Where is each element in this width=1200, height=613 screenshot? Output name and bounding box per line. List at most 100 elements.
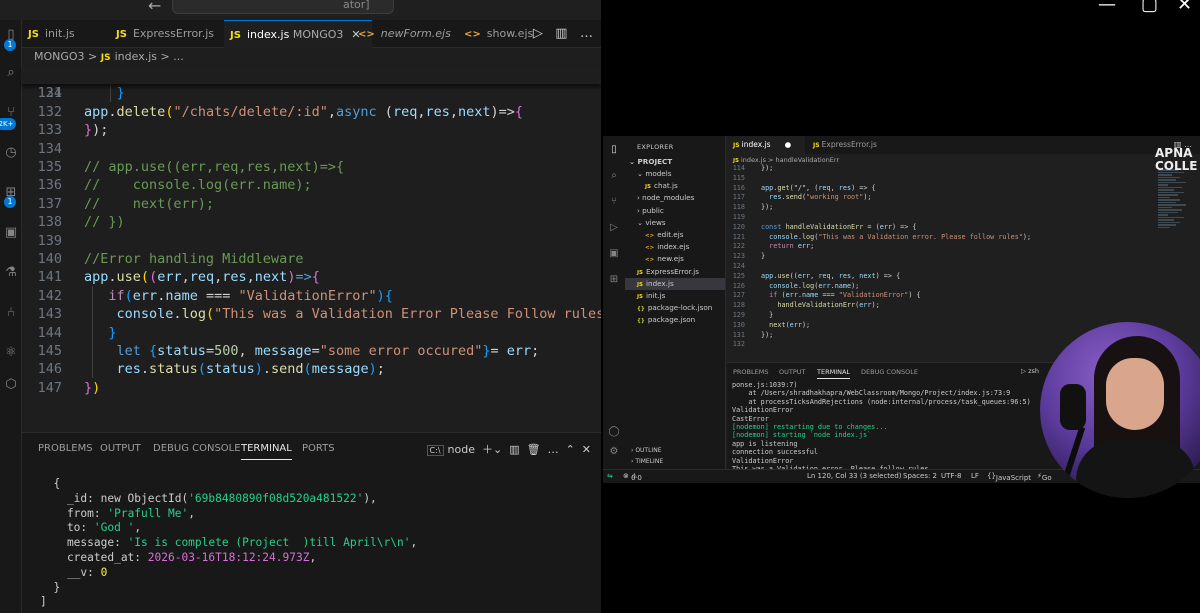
- code-line[interactable]: 141 app.use((err,req,res,next)=>{: [22, 268, 601, 286]
- command-center[interactable]: ator]: [172, 0, 394, 14]
- panel-tab-problems[interactable]: PROBLEMS: [38, 443, 93, 454]
- testing-icon[interactable]: ⚗: [2, 264, 20, 282]
- code-line[interactable]: 133});: [22, 121, 601, 139]
- code-token: log: [181, 306, 206, 323]
- source-control-icon[interactable]: ⑂: [2, 104, 20, 122]
- run-icon[interactable]: ▷: [533, 26, 543, 41]
- video-code-line: 128 handleValidationErr(err);: [727, 301, 1157, 311]
- ejs-file-icon: <>: [645, 257, 655, 264]
- code-token: 'Is is complete (Project )till April\r\n…: [127, 536, 411, 550]
- code-line[interactable]: 136 // console.log(err.name);: [22, 176, 601, 194]
- code-line[interactable]: 139: [22, 232, 601, 250]
- maximize-panel-icon[interactable]: ⌃: [566, 443, 575, 456]
- code-line[interactable]: 135 // app.use((err,req,res,next)=>{: [22, 158, 601, 176]
- code-token: message:: [40, 536, 128, 550]
- panel-tab-ports[interactable]: PORTS: [302, 443, 335, 454]
- search-icon[interactable]: ⌕: [2, 64, 20, 82]
- maximize-icon[interactable]: ▢: [1141, 0, 1158, 15]
- json-file-icon: {}: [637, 318, 645, 325]
- panel-tab-debug-console[interactable]: DEBUG CONSOLE: [153, 443, 241, 454]
- panel-tab-terminal[interactable]: TERMINAL: [241, 443, 292, 460]
- code-token: res: [116, 361, 141, 378]
- code-token: ,: [309, 550, 317, 564]
- outline-sections: › OUTLINE › TIMELINE: [625, 447, 726, 469]
- run-debug-icon[interactable]: ◷: [2, 144, 20, 162]
- sticky-scroll-line[interactable]: 124 app.delete("/chats/delete/:id",async…: [22, 66, 601, 120]
- code-token: req: [818, 271, 831, 280]
- breadcrumb-symbol[interactable]: ...: [173, 50, 184, 63]
- react-icon[interactable]: ⚛: [2, 344, 20, 362]
- file-tree-item: ⌄ models: [625, 168, 725, 180]
- tab-expresserror-js[interactable]: JS ExpressError.js: [110, 20, 226, 48]
- code-token: 0: [100, 565, 108, 579]
- close-icon[interactable]: ✕: [582, 443, 591, 456]
- code-editor[interactable]: 124 app.delete("/chats/delete/:id",async…: [22, 66, 601, 432]
- code-line[interactable]: 143 console.log("This was a Validation E…: [22, 305, 601, 323]
- more-icon[interactable]: …: [548, 443, 559, 456]
- code-token: "/chats/delete/:id": [173, 103, 328, 120]
- split-terminal-icon[interactable]: ▥: [509, 443, 519, 456]
- tab-show-ejs[interactable]: <> show.ejs: [458, 20, 542, 48]
- line-number: 126: [732, 281, 745, 290]
- line-number: 124: [37, 85, 62, 102]
- tab-newform-ejs[interactable]: <> newForm.ejs: [352, 20, 452, 48]
- code-token: (: [140, 269, 150, 286]
- panel-tab-output[interactable]: OUTPUT: [100, 443, 141, 454]
- brand-line-2: COLLE: [1155, 159, 1198, 173]
- new-terminal-icon[interactable]: ＋: [482, 443, 493, 456]
- code-line[interactable]: 140 //Error handling Middleware: [22, 250, 601, 268]
- code-token: send: [785, 193, 802, 202]
- code-line[interactable]: 138 // }): [22, 213, 601, 231]
- breadcrumb-file[interactable]: index.js: [115, 50, 157, 63]
- code-text: app.use((err,req,res,next)=>{: [84, 268, 320, 286]
- trash-icon[interactable]: 🗑: [527, 443, 541, 456]
- gear-icon: ⚙: [609, 446, 619, 457]
- tab-label: show.ejs: [486, 27, 534, 40]
- code-token: err: [789, 320, 802, 329]
- database-icon[interactable]: ⬡: [2, 376, 20, 394]
- git-graph-icon[interactable]: ⑃: [2, 304, 20, 322]
- editor-tabs: JS init.js JS ExpressError.js JS index.js M…: [22, 20, 601, 48]
- minimize-icon[interactable]: —: [1098, 0, 1116, 15]
- language-label: JavaScript: [995, 474, 1032, 482]
- outline-section: › OUTLINE: [631, 447, 662, 454]
- more-actions-icon[interactable]: …: [580, 26, 593, 41]
- terminal-name[interactable]: node: [448, 443, 475, 456]
- breadcrumb-folder[interactable]: MONGO3: [34, 50, 85, 63]
- code-line[interactable]: 131 }: [22, 84, 601, 102]
- code-line[interactable]: 137 // next(err);: [22, 195, 601, 213]
- code-token: // }): [84, 214, 125, 231]
- code-line[interactable]: 147}): [22, 379, 601, 397]
- remote-explorer-icon[interactable]: ▣: [2, 224, 20, 242]
- code-token: 'God ': [93, 521, 135, 535]
- code-text: return err;: [761, 242, 814, 252]
- code-token: ): [254, 361, 263, 378]
- bottom-panel: PROBLEMS OUTPUT DEBUG CONSOLE TERMINAL P…: [22, 432, 601, 613]
- code-line[interactable]: 134: [22, 140, 601, 158]
- terminal-output[interactable]: { _id: new ObjectId('69b8480890f08d520a4…: [40, 477, 417, 610]
- code-line[interactable]: 145 let {status=500, message="some error…: [22, 342, 601, 360]
- terminal-line: to: 'God ',: [40, 521, 417, 536]
- tab-init-js[interactable]: JS init.js: [22, 20, 104, 48]
- split-editor-icon[interactable]: ▥: [555, 26, 567, 41]
- js-file-icon: JS: [637, 281, 644, 288]
- chevron-down-icon[interactable]: ⌄: [493, 443, 502, 456]
- video-code-line: 114});: [727, 164, 1157, 174]
- video-code-line: 118});: [727, 203, 1157, 213]
- code-token: });: [761, 330, 774, 339]
- line-number: 136: [37, 177, 62, 194]
- tab-index-js[interactable]: JS index.js MONGO3 ✕: [224, 20, 372, 48]
- code-line[interactable]: 142 if(err.name === "ValidationError"){: [22, 287, 601, 305]
- line-number: 140: [37, 251, 62, 267]
- close-window-icon[interactable]: ✕: [1177, 0, 1192, 15]
- breadcrumb: MONGO3 > JS index.js > ...: [34, 50, 184, 63]
- shell-label: zsh: [1028, 367, 1039, 375]
- back-arrow-icon[interactable]: ←: [148, 0, 161, 15]
- line-number: 142: [37, 287, 62, 304]
- code-line[interactable]: 146 res.status(status).send(message);: [22, 360, 601, 378]
- code-line[interactable]: 144 }: [22, 324, 601, 342]
- indentation: Spaces: 2: [903, 472, 938, 480]
- file-tree-label: public: [642, 205, 664, 215]
